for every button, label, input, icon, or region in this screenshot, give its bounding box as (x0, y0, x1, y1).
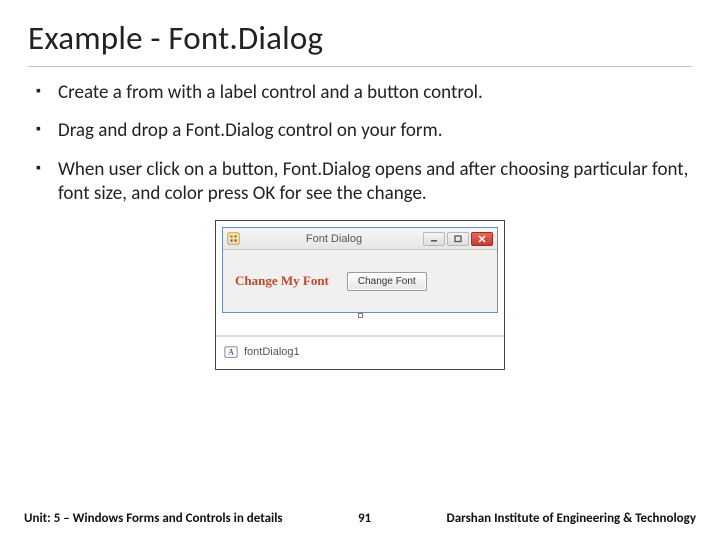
close-button[interactable] (471, 232, 493, 246)
change-font-button[interactable]: Change Font (347, 272, 427, 291)
fontdialog-icon: A (224, 345, 238, 359)
figure-container: Font Dialog (28, 220, 692, 370)
winform-window: Font Dialog (222, 227, 498, 313)
bullet-list: Create a from with a label control and a… (28, 81, 692, 206)
designer-canvas: Font Dialog (216, 221, 504, 321)
maximize-icon (448, 233, 468, 245)
slide: Example - Font.Dialog Create a from with… (0, 0, 720, 540)
window-control-buttons (423, 232, 493, 246)
form-client-area: Change My Font Change Font (223, 250, 497, 312)
slide-footer: Unit: 5 – Windows Forms and Controls in … (0, 511, 720, 526)
bullet-item: Drag and drop a Font.Dialog control on y… (36, 119, 692, 143)
slide-title: Example - Font.Dialog (28, 18, 692, 67)
footer-unit: Unit: 5 – Windows Forms and Controls in … (24, 511, 283, 526)
maximize-button[interactable] (447, 232, 469, 246)
component-tray: A fontDialog1 (216, 337, 504, 369)
component-tray-item[interactable]: fontDialog1 (244, 346, 300, 358)
bullet-item: Create a from with a label control and a… (36, 81, 692, 105)
window-title: Font Dialog (245, 233, 423, 245)
resize-handles (222, 313, 498, 319)
titlebar: Font Dialog (223, 228, 497, 250)
demo-label: Change My Font (235, 273, 329, 289)
minimize-button[interactable] (423, 232, 445, 246)
designer-screenshot: Font Dialog (215, 220, 505, 370)
app-icon (227, 232, 240, 245)
svg-text:A: A (228, 348, 234, 357)
close-icon (472, 233, 492, 245)
footer-page-number: 91 (358, 511, 371, 526)
bullet-item: When user click on a button, Font.Dialog… (36, 158, 692, 207)
minimize-icon (424, 233, 444, 245)
footer-org: Darshan Institute of Engineering & Techn… (447, 511, 697, 526)
resize-handle-icon (358, 313, 363, 318)
